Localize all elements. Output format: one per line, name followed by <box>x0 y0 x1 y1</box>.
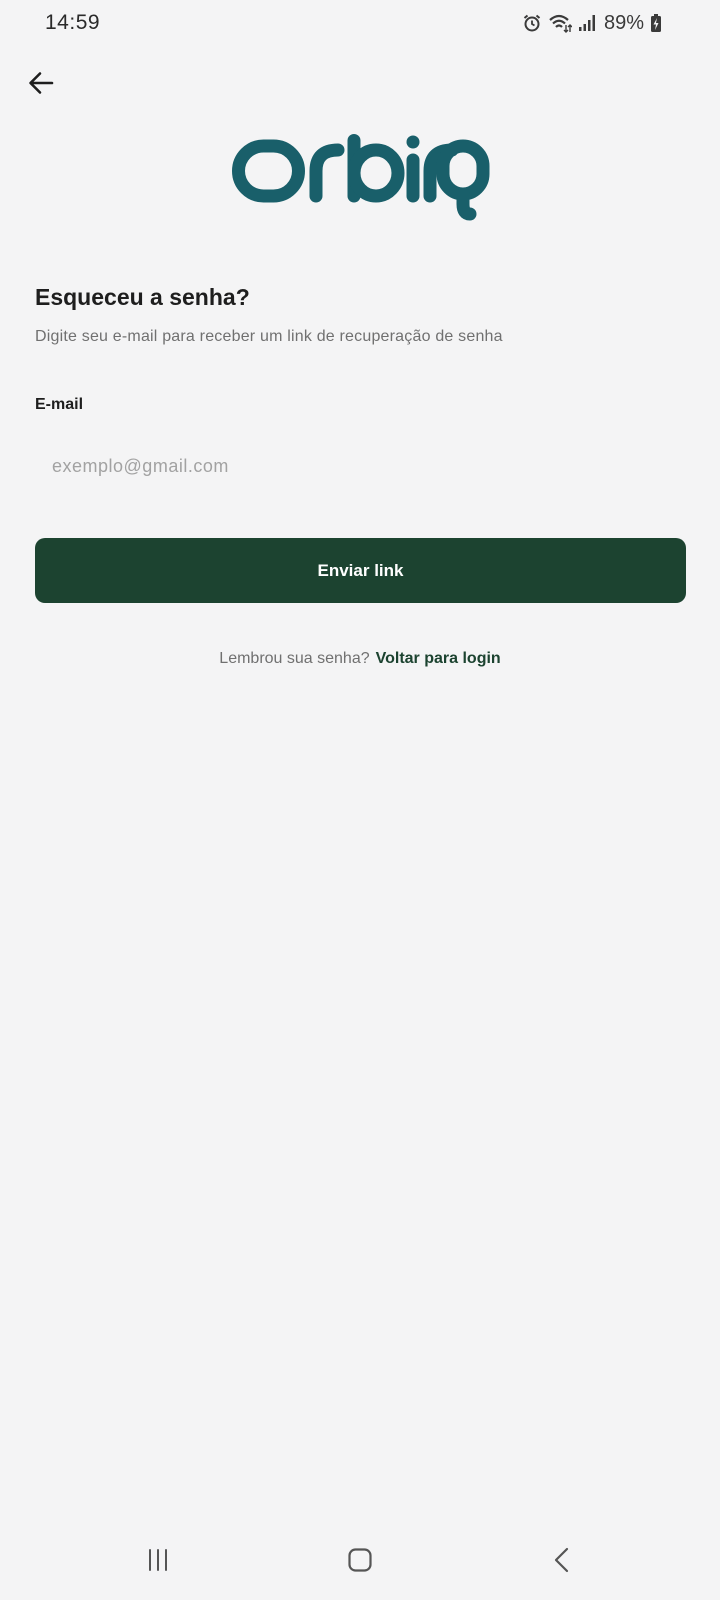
signal-icon <box>578 14 596 32</box>
back-nav-icon <box>554 1547 569 1573</box>
page-subtitle: Digite seu e-mail para receber um link d… <box>35 328 503 345</box>
orbirq-logo <box>232 134 490 226</box>
email-field[interactable] <box>35 436 686 496</box>
battery-charging-icon <box>650 13 662 33</box>
back-to-login-link[interactable]: Voltar para login <box>376 650 501 668</box>
recent-apps-icon <box>149 1549 167 1571</box>
login-question: Lembrou sua senha? <box>219 650 370 667</box>
home-button[interactable] <box>338 1542 382 1578</box>
forgot-password-screen: 14:59 89% Esqueceu a senha? Digite seu e… <box>0 0 720 1600</box>
navigation-bar <box>0 1524 720 1600</box>
status-icons: 89% <box>522 12 662 35</box>
alarm-icon <box>522 13 542 33</box>
wifi-icon <box>548 13 572 33</box>
status-bar: 14:59 89% <box>0 0 720 46</box>
arrow-left-icon <box>29 72 54 94</box>
back-to-login-row: Lembrou sua senha? Voltar para login <box>0 650 720 668</box>
email-label: E-mail <box>35 396 84 413</box>
recent-apps-button[interactable] <box>136 1542 180 1578</box>
back-button[interactable] <box>24 66 58 100</box>
battery-percent: 89% <box>603 11 644 34</box>
send-link-button[interactable]: Enviar link <box>35 538 686 603</box>
home-icon <box>348 1548 372 1572</box>
page-title: Esqueceu a senha? <box>35 284 250 310</box>
status-time: 14:59 <box>45 11 101 34</box>
back-nav-button[interactable] <box>540 1542 584 1578</box>
